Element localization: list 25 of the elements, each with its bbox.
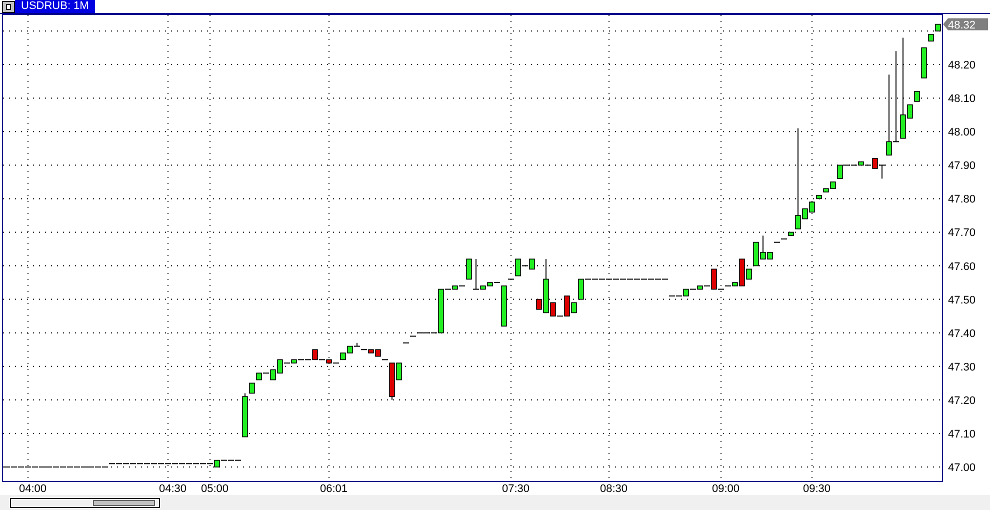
time-label: 09:30 xyxy=(803,483,831,495)
price-label: 48.20 xyxy=(948,60,976,72)
price-label: 47.60 xyxy=(948,260,976,273)
time-label: 04:30 xyxy=(159,483,187,495)
price-label: 47.10 xyxy=(948,428,976,440)
time-label: 04:00 xyxy=(19,483,47,495)
price-label: 47.40 xyxy=(948,328,976,340)
chart-tab[interactable]: USDRUB: 1M xyxy=(15,0,95,13)
last-price-tag: 48.32 xyxy=(943,18,988,32)
time-label: 05:00 xyxy=(201,483,229,495)
price-label: 48.00 xyxy=(948,126,976,139)
horizontal-scrollbar[interactable] xyxy=(10,498,160,508)
price-label: 47.00 xyxy=(948,462,976,474)
price-label: 47.90 xyxy=(948,160,976,172)
window-icon xyxy=(2,1,15,13)
price-label: 47.80 xyxy=(948,194,976,206)
time-label: 09:00 xyxy=(712,483,740,495)
price-label: 47.30 xyxy=(948,361,976,374)
price-label: 47.70 xyxy=(948,227,976,240)
time-label: 08:30 xyxy=(600,483,628,495)
price-label: 47.50 xyxy=(948,294,976,306)
price-label: 47.20 xyxy=(948,394,976,407)
time-label: 06:01 xyxy=(320,483,348,495)
time-label: 07:30 xyxy=(502,483,530,495)
price-label: 48.10 xyxy=(948,93,976,106)
